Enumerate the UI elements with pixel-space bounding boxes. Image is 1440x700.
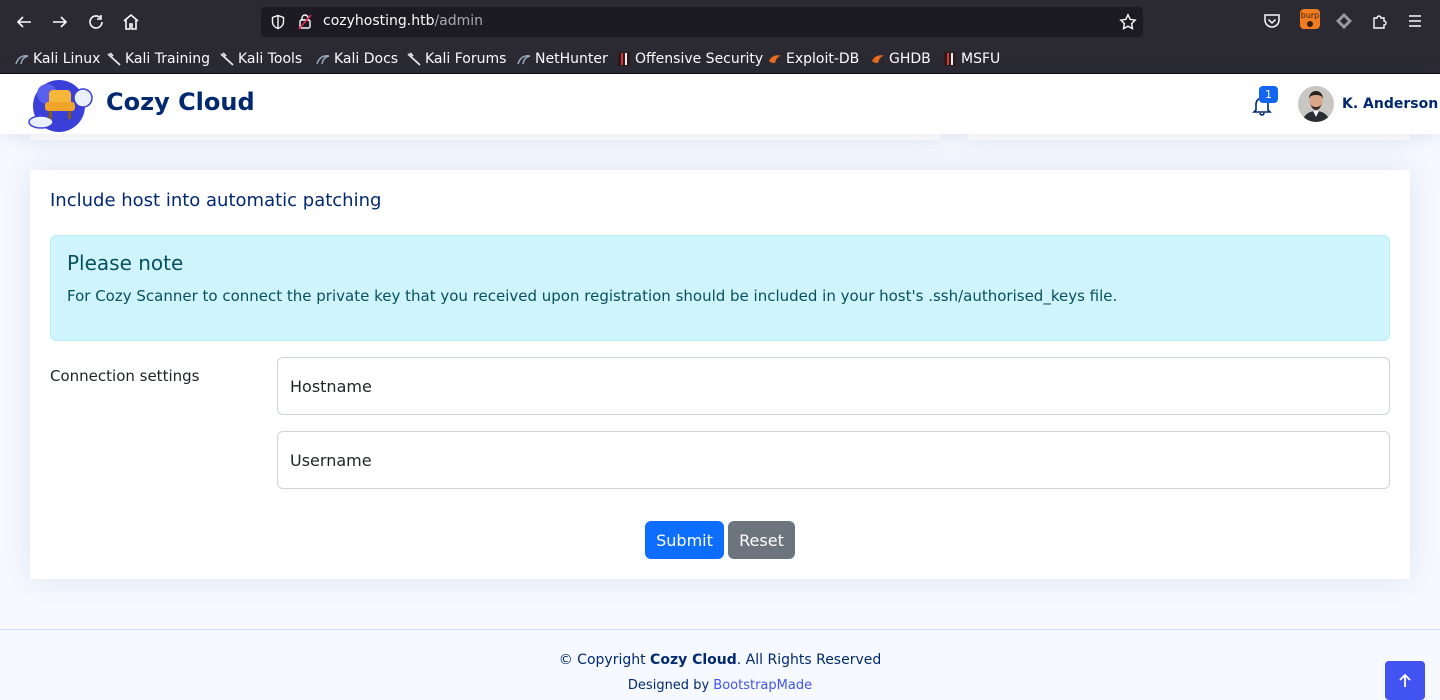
bookmark-label: MSFU: [961, 51, 1001, 67]
offsec-icon: [617, 52, 631, 66]
extensions-puzzle-icon[interactable]: [1371, 12, 1389, 30]
brand-name[interactable]: Cozy Cloud: [106, 88, 255, 116]
copyright-prefix: © Copyright: [558, 652, 651, 668]
url-host: cozyhosting.htb: [323, 13, 435, 29]
reset-button[interactable]: Reset: [728, 521, 795, 559]
patching-card: Include host into automatic patching Ple…: [30, 170, 1410, 579]
bookmark-kali-training[interactable]: Kali Training: [107, 49, 210, 69]
arrow-up-icon: [1399, 673, 1411, 687]
kali-dragon-icon: [316, 52, 330, 66]
bookmark-nethunter[interactable]: NetHunter: [517, 49, 608, 69]
home-icon[interactable]: [119, 10, 143, 34]
alert-text: For Cozy Scanner to connect the private …: [67, 287, 1118, 305]
designer-link[interactable]: BootstrapMade: [713, 678, 812, 693]
copyright: © Copyright Cozy Cloud. All Rights Reser…: [0, 652, 1440, 668]
address-bar[interactable]: cozyhosting.htb/admin: [261, 7, 1143, 37]
cozy-cloud-logo-icon[interactable]: [27, 76, 97, 132]
alert-heading: Please note: [67, 251, 184, 275]
bookmark-label: Kali Training: [125, 51, 210, 67]
bookmark-label: Kali Forums: [425, 51, 507, 67]
back-to-top-button[interactable]: [1385, 661, 1425, 700]
bookmark-label: NetHunter: [535, 51, 608, 67]
submit-button[interactable]: Submit: [645, 521, 724, 559]
bookmark-offensive-security[interactable]: Offensive Security: [617, 49, 763, 69]
exploitdb-icon: [768, 52, 782, 66]
bookmark-kali-linux[interactable]: Kali Linux: [15, 49, 100, 69]
bookmark-label: Offensive Security: [635, 51, 764, 67]
pocket-icon[interactable]: [1263, 12, 1281, 30]
exploitdb-icon: [871, 52, 885, 66]
card-title: Include host into automatic patching: [50, 190, 382, 211]
bookmark-label: Kali Docs: [334, 51, 399, 67]
bookmark-msfu[interactable]: MSFU: [943, 49, 1000, 69]
bookmark-label: Kali Tools: [238, 51, 303, 67]
connection-settings-label: Connection settings: [50, 367, 200, 385]
tracking-shield-icon[interactable]: [270, 14, 286, 30]
url-text: cozyhosting.htb/admin: [323, 13, 483, 29]
bookmark-exploit-db[interactable]: Exploit-DB: [768, 49, 859, 69]
bookmark-label: Kali Linux: [33, 51, 101, 67]
back-arrow-icon[interactable]: [12, 10, 36, 34]
reload-icon[interactable]: [84, 10, 108, 34]
burp-extension-icon[interactable]: burp: [1299, 8, 1321, 30]
kali-dragon-icon: [517, 52, 531, 66]
footer-divider: [0, 629, 1440, 630]
kali-dragon-icon: [15, 52, 29, 66]
designed-by-label: Designed by: [627, 678, 714, 693]
username-input[interactable]: [277, 431, 1390, 489]
offsec-icon: [943, 52, 957, 66]
hamburger-menu-icon[interactable]: [1406, 12, 1424, 30]
kali-dragon-icon: [220, 52, 234, 66]
user-name[interactable]: K. Anderson: [1342, 96, 1438, 112]
kali-dragon-icon: [107, 52, 121, 66]
bookmark-label: Exploit-DB: [786, 51, 860, 67]
bookmark-kali-docs[interactable]: Kali Docs: [316, 49, 398, 69]
copyright-brand: Cozy Cloud: [650, 652, 737, 668]
forward-arrow-icon[interactable]: [48, 10, 72, 34]
bookmark-label: GHDB: [889, 51, 931, 67]
bookmarks-bar: Kali Linux Kali Training Kali Tools Kali…: [0, 44, 1440, 74]
info-alert: Please note For Cozy Scanner to connect …: [50, 235, 1390, 341]
browser-toolbar: cozyhosting.htb/admin burp: [0, 0, 1440, 44]
url-path: /admin: [434, 13, 484, 29]
bookmark-kali-tools[interactable]: Kali Tools: [220, 49, 302, 69]
bookmark-star-icon[interactable]: [1119, 13, 1137, 31]
bookmark-kali-forums[interactable]: Kali Forums: [407, 49, 506, 69]
foxyproxy-icon[interactable]: [1335, 12, 1353, 30]
svg-text:burp: burp: [1301, 11, 1320, 20]
copyright-suffix: . All Rights Reserved: [736, 652, 882, 668]
insecure-lock-icon[interactable]: [297, 13, 313, 30]
credits: Designed by BootstrapMade: [0, 678, 1440, 693]
notification-count-badge: 1: [1259, 86, 1278, 103]
bookmark-ghdb[interactable]: GHDB: [871, 49, 931, 69]
hostname-input[interactable]: [277, 357, 1390, 415]
avatar[interactable]: [1298, 86, 1334, 122]
site-header: Cozy Cloud K. Anderson: [0, 74, 1440, 134]
kali-dragon-icon: [407, 52, 421, 66]
